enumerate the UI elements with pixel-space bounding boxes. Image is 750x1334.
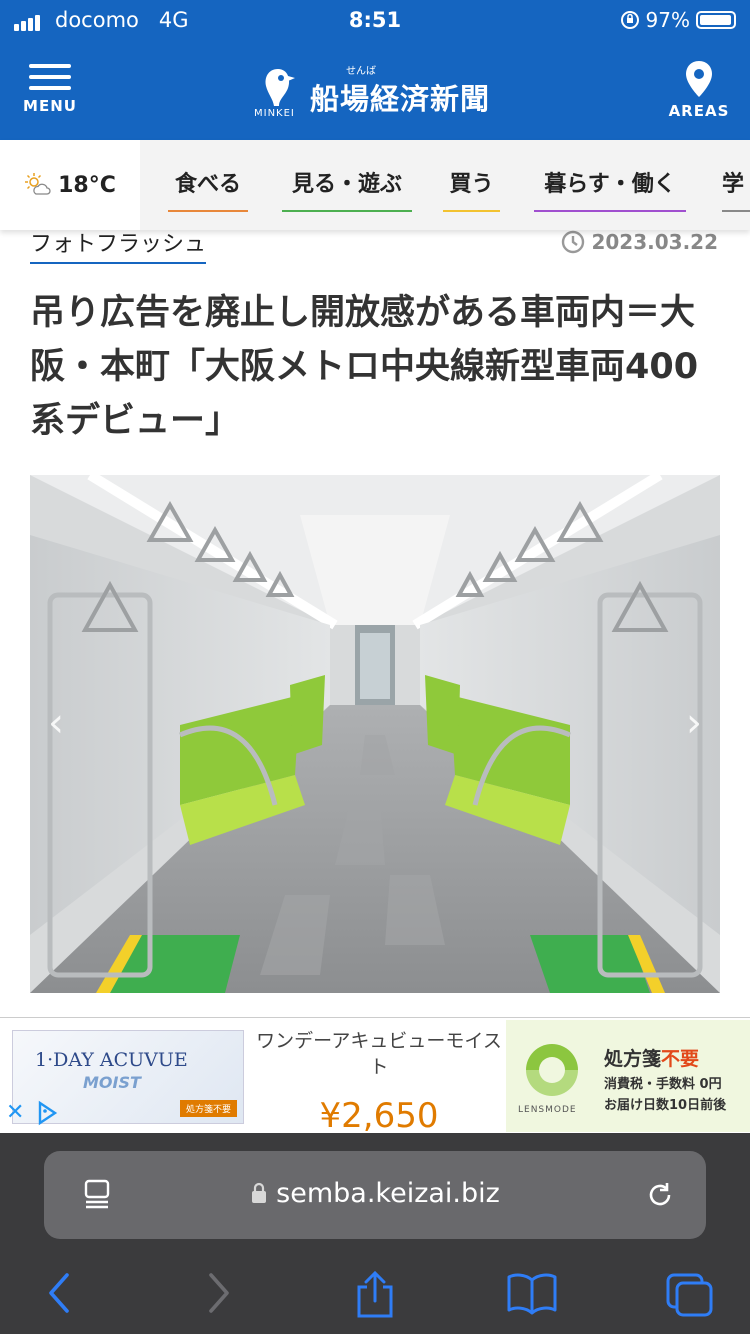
battery-icon [696,11,736,29]
site-header: MENU MINKEI せんば 船場経済新聞 AREAS [0,40,750,140]
ad-note-delivery: お届け日数10日前後 [604,1098,727,1113]
bookmarks-icon[interactable] [505,1271,559,1315]
status-bar: docomo 4G 8:51 97% [0,0,750,40]
reload-icon[interactable] [644,1179,676,1211]
hamburger-icon [29,64,71,68]
areas-button[interactable]: AREAS [668,60,730,120]
menu-button[interactable]: MENU [20,64,80,115]
article-title: 吊り広告を廃止し開放感がある車両内＝大阪・本町「大阪メトロ中央線新型車両400系… [30,293,699,441]
section-label[interactable]: フォトフラッシュ [30,226,207,264]
lensmode-logo-icon [524,1044,580,1098]
ad-product-sub: MOIST [83,1073,141,1092]
category-nav: 18°C 食べる 見る・遊ぶ 買う 暮らす・働く 学 [0,140,750,230]
lock-icon [252,1182,267,1203]
article-date: 2023.03.22 [561,230,718,254]
ad-choices-icon[interactable] [36,1100,58,1126]
category-live-work[interactable]: 暮らす・働く [534,166,686,212]
ad-shop-banner[interactable]: LENSMODE 処方箋不要 消費税・手数料 0円 お届け日数10日前後 [506,1020,750,1132]
battery-status: 97% [620,8,736,32]
site-logo[interactable]: MINKEI せんば 船場経済新聞 [250,62,510,124]
back-icon[interactable] [42,1271,78,1315]
forward-icon[interactable] [200,1271,236,1315]
ad-product-name[interactable]: ワンデーアキュビューモイスト [254,1028,504,1080]
ad-shop-name: LENSMODE [518,1105,577,1115]
category-eat[interactable]: 食べる [168,166,248,212]
address-bar[interactable]: semba.keizai.biz [44,1151,706,1239]
rotation-lock-icon [620,11,639,29]
tabs-icon[interactable] [664,1271,716,1319]
ad-close-icon[interactable]: ✕ [6,1100,24,1125]
areas-label: AREAS [668,102,730,120]
minkei-label: MINKEI [254,108,295,119]
partly-cloudy-icon [25,173,51,195]
menu-label: MENU [23,97,77,115]
share-icon[interactable] [353,1271,397,1319]
site-name-ruby: せんば [346,66,376,77]
category-learn[interactable]: 学 [722,166,750,212]
category-see-play[interactable]: 見る・遊ぶ [282,166,412,212]
ad-note-prescription: 処方箋不要 [604,1048,700,1070]
article-photo[interactable]: ‹ › [30,475,720,993]
ad-note-fee: 消費税・手数料 0円 [604,1077,722,1092]
next-photo-arrow[interactable]: › [674,698,714,748]
previous-photo-arrow[interactable]: ‹ [36,698,76,748]
ad-product-brand: 1·DAY ACUVUE [35,1049,188,1071]
site-name: 船場経済新聞 [310,82,491,116]
date-text: 2023.03.22 [591,230,718,254]
weather-widget: 18°C [0,140,140,230]
map-pin-icon [686,61,712,97]
category-buy[interactable]: 買う [443,166,500,212]
clock-icon [562,230,585,254]
bird-logo-icon [265,69,295,106]
weather-temp: 18°C [58,172,116,198]
browser-toolbar: semba.keizai.biz [0,1133,750,1334]
battery-percent: 97% [645,8,690,32]
url-text[interactable]: semba.keizai.biz [44,1178,706,1209]
advertisement[interactable]: 1·DAY ACUVUE MOIST 処方箋不要 ワンデーアキュビューモイスト … [0,1017,750,1136]
ad-price[interactable]: ¥2,650 [254,1096,504,1136]
ad-product-tag: 処方箋不要 [179,1100,237,1117]
train-interior-image [30,475,720,993]
